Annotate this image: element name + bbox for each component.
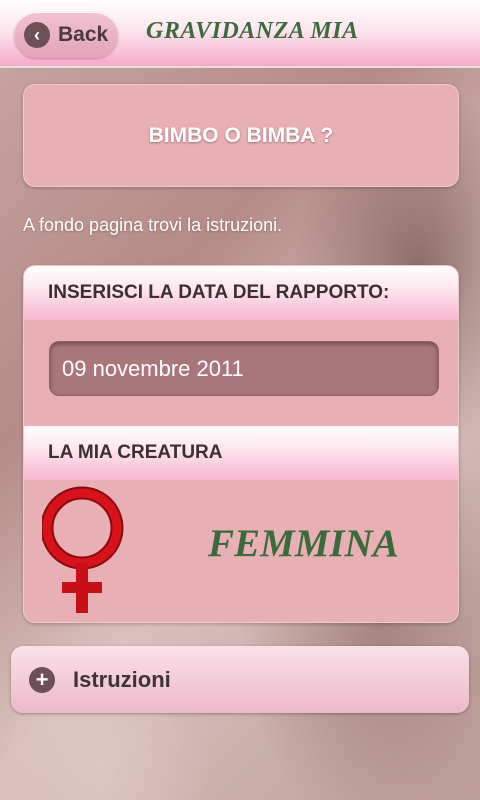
app-title: GRAVIDANZA MIA [146, 18, 359, 44]
result-section-title: LA MIA CREATURA [48, 442, 223, 463]
instructions-note: A fondo pagina trovi la istruzioni. [23, 215, 283, 235]
result-section-header: LA MIA CREATURA [24, 426, 458, 480]
page-title-card: BIMBO O BIMBA ? [23, 84, 459, 187]
venus-icon [42, 486, 124, 613]
date-field[interactable]: 09 novembre 2011 [49, 341, 439, 396]
back-button[interactable]: ‹ Back [14, 12, 118, 58]
date-section-header: INSERISCI LA DATA DEL RAPPORTO: [24, 266, 458, 320]
date-section-title: INSERISCI LA DATA DEL RAPPORTO: [48, 282, 390, 303]
app-header: ‹ Back GRAVIDANZA MIA [0, 0, 480, 68]
form-card: INSERISCI LA DATA DEL RAPPORTO: 09 novem… [23, 265, 459, 623]
instructions-label: Istruzioni [73, 666, 171, 692]
page-title: BIMBO O BIMBA ? [148, 123, 334, 147]
date-value: 09 novembre 2011 [62, 355, 244, 381]
instructions-button[interactable]: + Istruzioni [11, 646, 469, 713]
result-value: FEMMINA [208, 522, 399, 565]
plus-icon: + [29, 666, 55, 693]
back-label: Back [58, 23, 109, 46]
chevron-left-icon: ‹ [24, 22, 50, 48]
